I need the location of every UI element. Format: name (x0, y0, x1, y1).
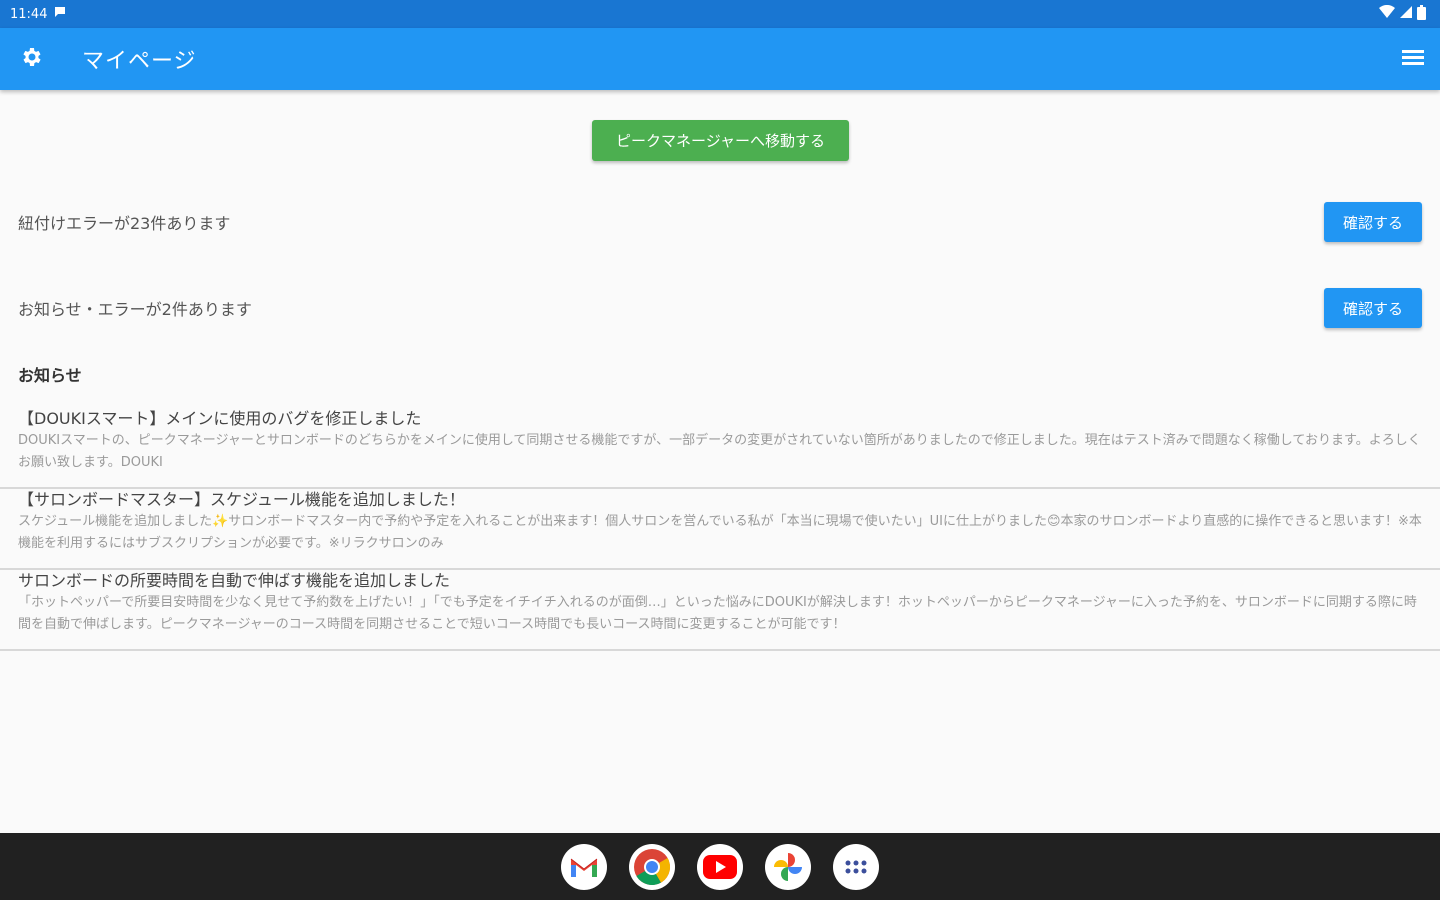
news-heading: お知らせ (18, 366, 82, 385)
menu-button[interactable] (1400, 46, 1426, 72)
news-item-title: 【サロンボードマスター】スケジュール機能を追加しました！ (18, 490, 465, 509)
news-item-body: DOUKIスマートの、ピークマネージャーとサロンボードのどちらかをメインに使用し… (18, 433, 1421, 470)
photos-icon[interactable] (765, 843, 811, 890)
news-item-body: 「ホットペッパーで所要目安時間を少なく見せて予約数を上げたい！」「でも予定をイチ… (18, 595, 1417, 632)
notice-error-confirm-button[interactable]: 確認する (1324, 288, 1422, 328)
taskbar-dock (0, 833, 1440, 900)
page-title: マイページ (82, 49, 197, 74)
news-item-title: サロンボードの所要時間を自動で伸ばす機能を追加しました (18, 571, 451, 590)
notice-error-row: お知らせ・エラーが2件あります 確認する (0, 287, 1440, 329)
chat-notification-icon (53, 5, 67, 23)
status-time: 11:44 (10, 6, 48, 22)
status-left: 11:44 (10, 5, 67, 23)
wifi-icon (1379, 4, 1395, 23)
app-bar: マイページ (0, 28, 1440, 90)
settings-button[interactable] (18, 45, 46, 73)
news-item-body: スケジュール機能を追加しました✨サロンボードマスター内で予約や予定を入れることが… (18, 514, 1422, 551)
chrome-icon[interactable] (629, 843, 675, 890)
main-content: ピークマネージャーへ移動する 紐付けエラーが23件あります 確認する お知らせ・… (0, 90, 1440, 833)
status-bar: 11:44 (0, 0, 1440, 28)
link-error-row: 紐付けエラーが23件あります 確認する (0, 201, 1440, 243)
signal-icon (1399, 5, 1413, 23)
status-right (1379, 4, 1426, 24)
news-item[interactable]: 【サロンボードマスター】スケジュール機能を追加しました！ スケジュール機能を追加… (0, 489, 1440, 570)
notice-error-label: お知らせ・エラーが2件あります (18, 300, 252, 319)
youtube-icon[interactable] (697, 843, 743, 890)
hamburger-menu-icon (1402, 48, 1424, 70)
link-error-confirm-button[interactable]: 確認する (1324, 202, 1422, 242)
news-item[interactable]: 【DOUKIスマート】メインに使用のバグを修正しました DOUKIスマートの、ピ… (0, 408, 1440, 489)
app-drawer-icon[interactable] (833, 843, 879, 890)
gear-icon (20, 45, 44, 73)
battery-icon (1417, 4, 1426, 24)
link-error-label: 紐付けエラーが23件あります (18, 214, 231, 233)
gmail-icon[interactable] (561, 843, 607, 890)
news-item-title: 【DOUKIスマート】メインに使用のバグを修正しました (18, 409, 422, 428)
move-to-peak-manager-button[interactable]: ピークマネージャーへ移動する (592, 120, 849, 161)
news-list: 【DOUKIスマート】メインに使用のバグを修正しました DOUKIスマートの、ピ… (0, 408, 1440, 651)
news-item[interactable]: サロンボードの所要時間を自動で伸ばす機能を追加しました 「ホットペッパーで所要目… (0, 570, 1440, 651)
